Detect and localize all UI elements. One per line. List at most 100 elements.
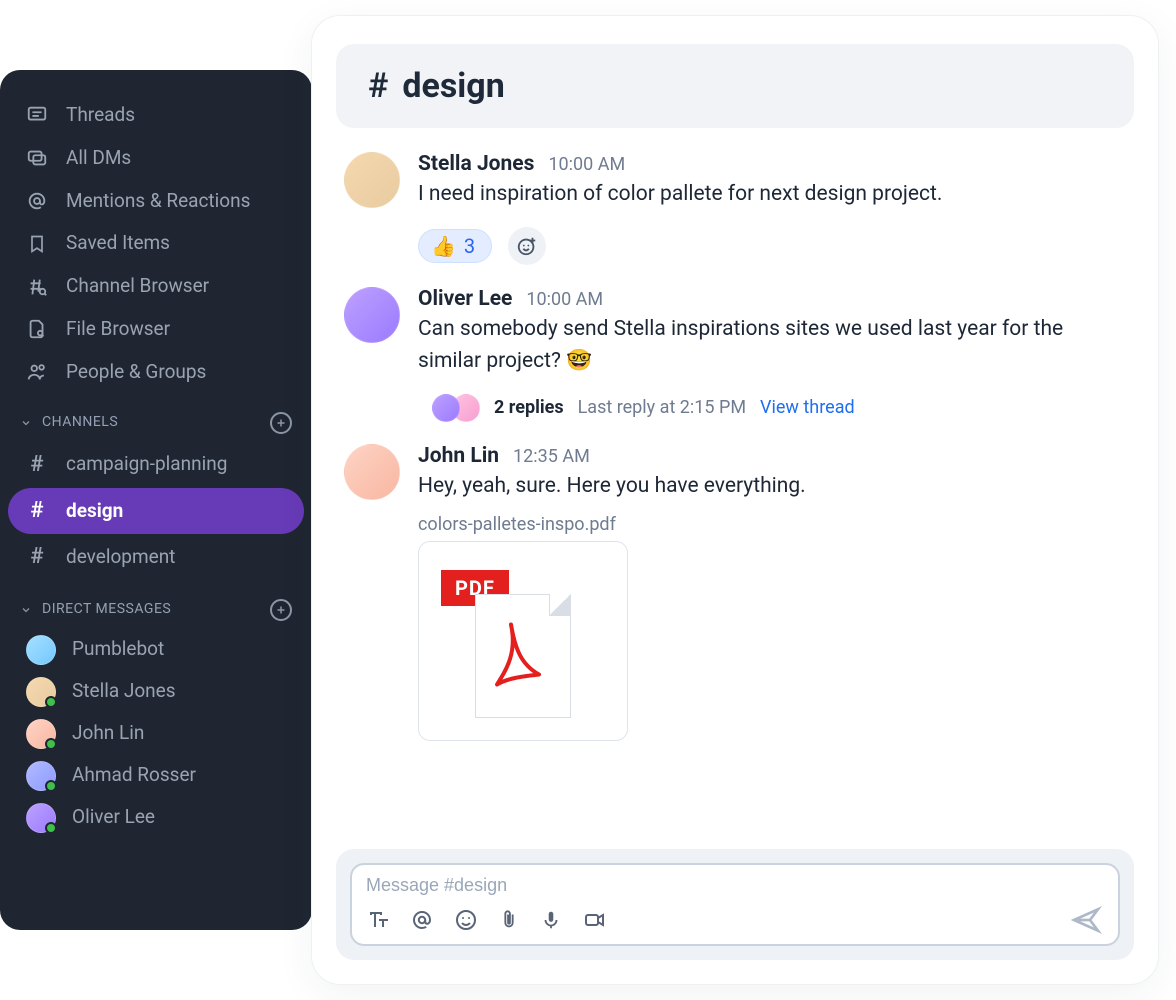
nav-label: People & Groups — [66, 361, 206, 384]
message-timestamp: 10:00 AM — [526, 289, 603, 310]
message-body: Can somebody send Stella inspirations si… — [418, 313, 1126, 378]
sidebar: Threads All DMs Mentions & Reactions — [0, 70, 312, 930]
thread-last-reply: Last reply at 2:15 PM — [578, 397, 746, 418]
nav-label: Threads — [66, 104, 135, 127]
nav-label: Mentions & Reactions — [66, 190, 250, 213]
pdf-icon — [475, 594, 571, 718]
thumbs-up-icon: 👍 — [431, 234, 456, 258]
avatar[interactable] — [344, 152, 400, 208]
message-composer[interactable] — [350, 863, 1120, 946]
nav-label: Saved Items — [66, 232, 170, 255]
avatar[interactable] — [344, 444, 400, 500]
nav-label: File Browser — [66, 318, 170, 341]
composer-container — [336, 849, 1134, 960]
hash-icon: # — [26, 452, 48, 478]
channels-header-label: CHANNELS — [42, 414, 118, 431]
hash-search-icon — [26, 276, 48, 298]
channel-label: development — [66, 546, 175, 569]
dm-ahmad-rosser[interactable]: Ahmad Rosser — [8, 755, 304, 797]
hash-icon: # — [26, 498, 48, 524]
sidebar-nav: Threads All DMs Mentions & Reactions — [0, 94, 312, 394]
dm-pumblebot[interactable]: Pumblebot — [8, 629, 304, 671]
nav-saved[interactable]: Saved Items — [8, 222, 304, 265]
avatar — [26, 635, 56, 665]
avatar — [26, 803, 56, 833]
dm-stella-jones[interactable]: Stella Jones — [8, 671, 304, 713]
message-author[interactable]: Stella Jones — [418, 152, 534, 176]
channel-design[interactable]: # design — [8, 488, 304, 534]
at-icon — [26, 190, 48, 212]
mention-button[interactable] — [410, 908, 434, 932]
channel-campaign-planning[interactable]: # campaign-planning — [8, 442, 304, 488]
channel-header[interactable]: # design — [336, 44, 1134, 128]
chevron-down-icon[interactable] — [20, 604, 32, 616]
channel-label: campaign-planning — [66, 453, 227, 476]
avatar[interactable] — [344, 287, 400, 343]
bookmark-icon — [26, 233, 48, 255]
channels-section-header: CHANNELS — [0, 394, 312, 442]
presence-indicator — [45, 780, 57, 792]
presence-indicator — [45, 822, 57, 834]
acrobat-icon — [491, 618, 555, 699]
voice-button[interactable] — [540, 908, 562, 932]
channels-list: # campaign-planning # design # developme… — [0, 442, 312, 581]
chevron-down-icon[interactable] — [20, 417, 32, 429]
hash-icon: # — [368, 66, 388, 106]
dm-label: Ahmad Rosser — [72, 764, 196, 787]
channel-development[interactable]: # development — [8, 534, 304, 580]
message: Stella Jones 10:00 AM I need inspiration… — [342, 136, 1128, 271]
file-name: colors-palletes-inspo.pdf — [418, 514, 628, 535]
view-thread-link[interactable]: View thread — [760, 397, 855, 418]
dms-section-header: DIRECT MESSAGES — [0, 581, 312, 629]
message: John Lin 12:35 AM Hey, yeah, sure. Here … — [342, 428, 1128, 748]
formatting-button[interactable] — [366, 908, 390, 932]
thread-reply-count: 2 replies — [494, 397, 564, 418]
send-button[interactable] — [1068, 904, 1104, 936]
channel-name: design — [402, 66, 504, 106]
add-dm-button[interactable] — [270, 599, 292, 621]
message: Oliver Lee 10:00 AM Can somebody send St… — [342, 271, 1128, 428]
nav-channel-browser[interactable]: Channel Browser — [8, 265, 304, 308]
reaction-count: 3 — [464, 234, 475, 258]
nav-label: All DMs — [66, 147, 131, 170]
nav-label: Channel Browser — [66, 275, 209, 298]
dm-label: Pumblebot — [72, 638, 164, 661]
dm-label: John Lin — [72, 722, 144, 745]
nav-mentions[interactable]: Mentions & Reactions — [8, 180, 304, 223]
dm-oliver-lee[interactable]: Oliver Lee — [8, 797, 304, 839]
attachment-button[interactable] — [498, 908, 520, 932]
main-panel: # design Stella Jones 10:00 AM I need in… — [312, 16, 1158, 984]
message-body: Hey, yeah, sure. Here you have everythin… — [418, 470, 1126, 503]
dm-john-lin[interactable]: John Lin — [8, 713, 304, 755]
avatar — [26, 761, 56, 791]
message-body: I need inspiration of color pallete for … — [418, 178, 1126, 211]
nav-all-dms[interactable]: All DMs — [8, 137, 304, 180]
reaction-thumbs-up[interactable]: 👍 3 — [418, 229, 492, 263]
add-channel-button[interactable] — [270, 412, 292, 434]
nav-threads[interactable]: Threads — [8, 94, 304, 137]
message-timestamp: 12:35 AM — [513, 446, 590, 467]
presence-indicator — [45, 738, 57, 750]
message-author[interactable]: John Lin — [418, 444, 499, 468]
dms-icon — [26, 147, 48, 169]
message-author[interactable]: Oliver Lee — [418, 287, 512, 311]
emoji-button[interactable] — [454, 908, 478, 932]
thread-summary[interactable]: 2 replies Last reply at 2:15 PM View thr… — [418, 394, 1126, 422]
add-reaction-button[interactable] — [508, 227, 546, 265]
messages-list: Stella Jones 10:00 AM I need inspiration… — [336, 128, 1134, 849]
avatar — [432, 394, 460, 422]
dm-label: Oliver Lee — [72, 806, 155, 829]
avatar — [26, 677, 56, 707]
file-preview[interactable]: PDF — [418, 541, 628, 741]
presence-indicator — [45, 696, 57, 708]
channel-label: design — [66, 500, 123, 523]
nav-file-browser[interactable]: File Browser — [8, 308, 304, 351]
message-input[interactable] — [366, 875, 1104, 896]
dms-list: Pumblebot Stella Jones John Lin Ahmad Ro… — [0, 629, 312, 839]
file-attachment[interactable]: colors-palletes-inspo.pdf PDF — [418, 514, 628, 741]
video-button[interactable] — [582, 908, 608, 932]
dms-header-label: DIRECT MESSAGES — [42, 601, 171, 618]
dm-label: Stella Jones — [72, 680, 176, 703]
nav-people[interactable]: People & Groups — [8, 351, 304, 394]
message-timestamp: 10:00 AM — [548, 154, 625, 175]
